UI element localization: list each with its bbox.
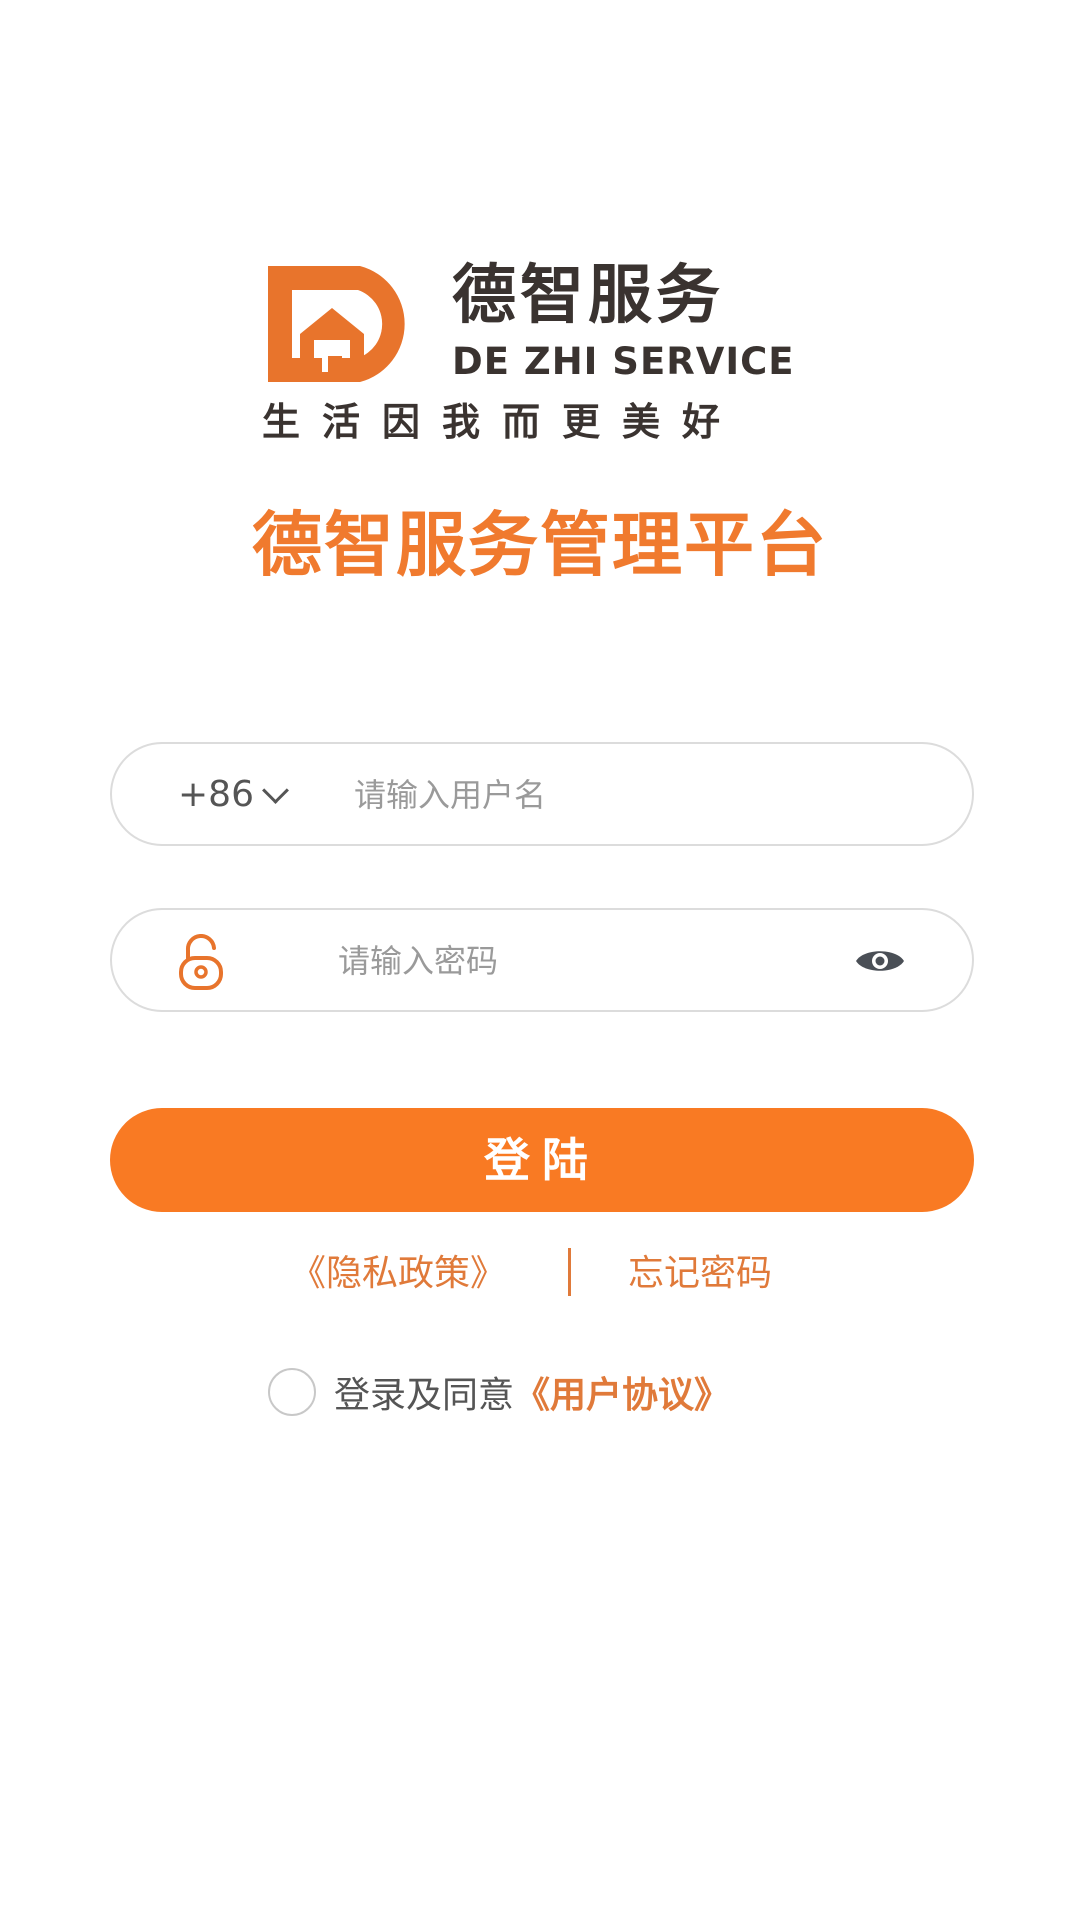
eye-icon[interactable] [854, 944, 906, 978]
password-field[interactable] [110, 908, 974, 1012]
country-code-select[interactable]: +86 [178, 744, 289, 844]
agreement-row: 登录及同意 《用户协议》 [268, 1364, 730, 1420]
user-agreement-link[interactable]: 《用户协议》 [514, 1366, 730, 1418]
brand-name-cn: 德智服务 [452, 259, 724, 333]
agreement-text: 登录及同意 [334, 1375, 515, 1416]
password-input[interactable] [336, 930, 880, 992]
username-field[interactable]: +86 [110, 742, 974, 846]
login-button[interactable]: 登陆 [110, 1108, 974, 1212]
chevron-down-icon [262, 776, 289, 804]
brand-name-en: DE ZHI SERVICE [452, 340, 795, 383]
privacy-policy-link[interactable]: 《隐私政策》 [290, 1246, 506, 1302]
page-title: 德智服务管理平台 [252, 504, 828, 586]
links-divider [568, 1248, 571, 1296]
brand-logo: 德智服务 DE ZHI SERVICE 生活因我而更美好 [262, 256, 822, 446]
house-d-logo-icon [268, 266, 405, 382]
lock-icon [179, 934, 223, 990]
username-input[interactable] [352, 764, 916, 826]
forgot-password-link[interactable]: 忘记密码 [628, 1246, 772, 1302]
country-code-value: +86 [178, 773, 254, 815]
links-row: 《隐私政策》 忘记密码 [0, 1246, 1080, 1302]
brand-slogan: 生活因我而更美好 [262, 400, 743, 444]
agreement-checkbox[interactable] [268, 1368, 316, 1416]
